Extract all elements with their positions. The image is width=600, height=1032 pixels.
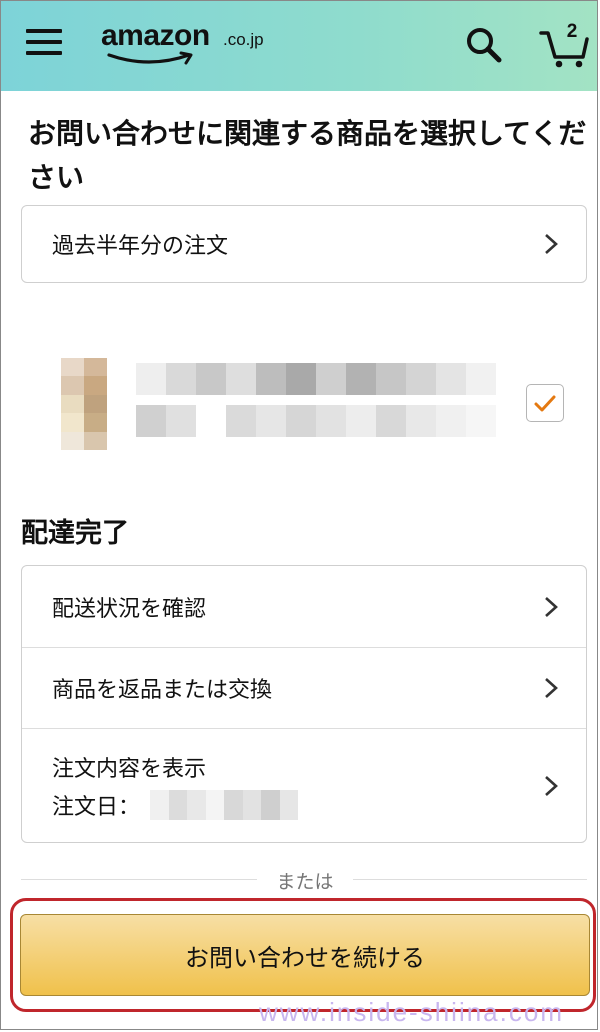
past-orders-link[interactable]: 過去半年分の注文 — [22, 206, 586, 282]
return-or-exchange-label: 商品を返品または交換 — [52, 678, 273, 703]
order-actions-card: 配送状況を確認 商品を返品または交換 注文内容を表示 注文日： — [21, 565, 587, 843]
cart-button[interactable]: 2 — [539, 21, 589, 71]
search-icon[interactable] — [464, 25, 504, 65]
track-package-label: 配送状況を確認 — [52, 596, 207, 622]
delivery-status-heading: 配達完了 — [21, 518, 129, 549]
chevron-right-icon — [545, 775, 558, 796]
chevron-right-icon — [545, 678, 558, 698]
past-orders-card: 過去半年分の注文 — [21, 205, 587, 283]
logo-wordmark: amazon — [101, 19, 210, 52]
view-order-details-link[interactable]: 注文内容を表示 注文日： — [22, 728, 586, 842]
track-package-link[interactable]: 配送状況を確認 — [22, 566, 586, 647]
smile-arrow-icon — [107, 51, 193, 65]
continue-inquiry-button[interactable]: お問い合わせを続ける — [20, 914, 590, 996]
logo-domain: .co.jp — [223, 30, 264, 49]
product-title-line — [136, 405, 496, 437]
screen: amazon .co.jp 2 お問い合わせに関連する商品を選択してください 過… — [0, 0, 598, 1030]
past-orders-label: 過去半年分の注文 — [52, 234, 229, 259]
view-order-details-label: 注文内容を表示 — [52, 756, 207, 782]
order-date: 注文日： — [52, 789, 299, 821]
cart-count-badge: 2 — [566, 21, 578, 42]
order-date-label: 注文日： — [52, 794, 141, 820]
return-or-exchange-link[interactable]: 商品を返品または交換 — [22, 647, 586, 728]
page-title: お問い合わせに関連する商品を選択してください — [28, 117, 587, 194]
chevron-right-icon — [545, 596, 558, 617]
checkmark-icon — [534, 395, 556, 412]
product-title-line — [136, 363, 496, 395]
menu-icon[interactable] — [26, 29, 62, 61]
or-divider-text: または — [276, 871, 334, 893]
product-select-checkbox[interactable] — [526, 384, 564, 422]
amazon-logo[interactable]: amazon .co.jp — [101, 19, 281, 69]
chevron-right-icon — [545, 234, 558, 254]
or-divider-left — [21, 879, 257, 880]
product-image[interactable] — [61, 358, 107, 450]
watermark: www.inside-shiina.com — [259, 997, 564, 1027]
order-date-value-obscured — [150, 789, 299, 820]
or-divider-right — [353, 879, 587, 880]
product-title[interactable] — [136, 363, 496, 439]
top-nav-bar: amazon .co.jp 2 — [1, 1, 597, 91]
